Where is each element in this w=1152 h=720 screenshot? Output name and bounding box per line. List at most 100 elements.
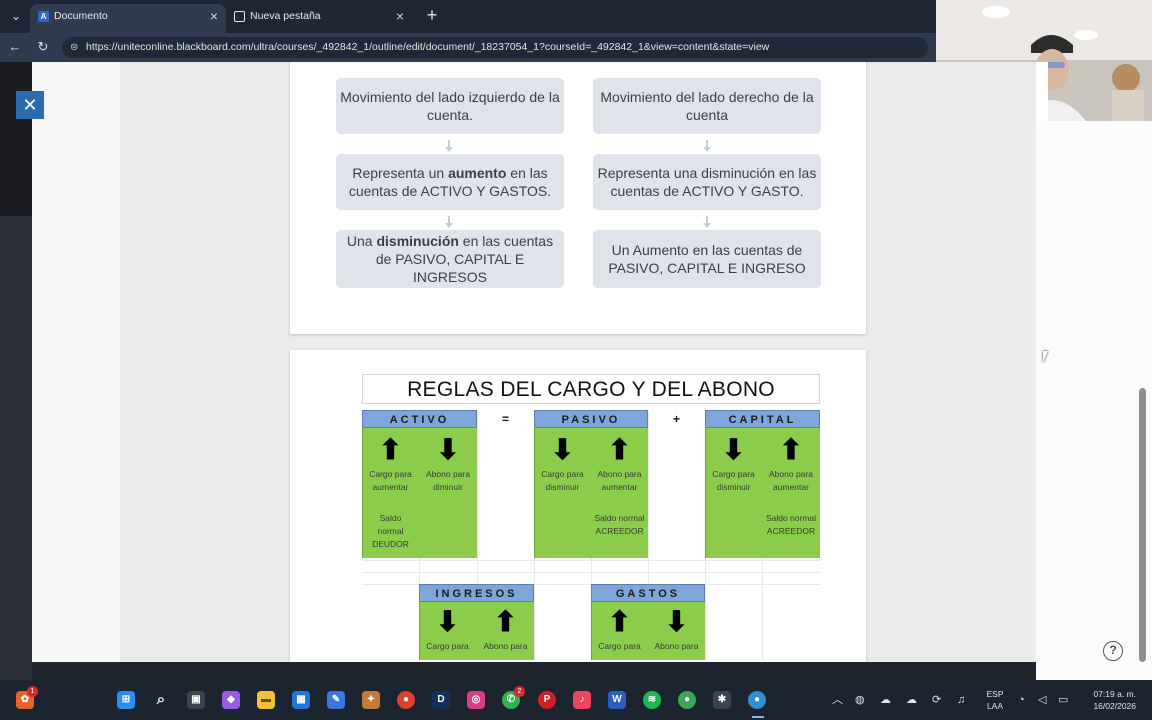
debit-credit-diagram-card: Movimiento del lado izquierdo de la cuen… bbox=[290, 62, 866, 334]
reload-icon[interactable]: ↻ bbox=[34, 38, 52, 56]
spotify-icon[interactable]: ≋ bbox=[643, 691, 661, 709]
plus-sign: + bbox=[672, 412, 680, 426]
active-app-indicator bbox=[752, 716, 764, 718]
header-pasivo: PASIVO bbox=[534, 410, 648, 428]
address-bar-row: ← ↻ ⊜ https://uniteconline.blackboard.co… bbox=[0, 33, 936, 62]
close-document-button[interactable]: ✕ bbox=[16, 91, 44, 119]
back-arrow-icon[interactable]: ← bbox=[6, 38, 24, 56]
diagram-node-left-1: Movimiento del lado izquierdo de la cuen… bbox=[336, 78, 564, 134]
file-explorer-icon[interactable]: ▬ bbox=[257, 691, 275, 709]
equals-sign: = bbox=[501, 412, 509, 426]
tools2-icon[interactable]: ✱ bbox=[713, 691, 731, 709]
sync-icon[interactable]: ⟳ bbox=[932, 692, 941, 708]
rules-title: REGLAS DEL CARGO Y DEL ABONO bbox=[362, 374, 820, 404]
chrome-profile-icon[interactable]: ● bbox=[678, 691, 696, 709]
up-arrow-icon: ⬆ bbox=[493, 606, 518, 637]
mouse-cursor-icon bbox=[1043, 351, 1048, 363]
down-arrow-icon: ⬇ bbox=[435, 606, 460, 637]
rule-label: Abono para bbox=[483, 641, 528, 651]
up-arrow-icon: ⬆ bbox=[779, 434, 803, 465]
header-capital: CAPITAL bbox=[705, 410, 820, 428]
blackboard-document-page: Movimiento del lado izquierdo de la cuen… bbox=[32, 62, 1036, 662]
down-arrow-icon: ⬇ bbox=[721, 434, 746, 465]
down-arrow-icon: ⬇ bbox=[550, 434, 575, 465]
tab-title: Documento bbox=[54, 10, 108, 22]
rules-table: ACTIVO = PASIVO + CAPITAL ⬆ Cargo para a… bbox=[362, 410, 820, 660]
system-clock[interactable]: 07:19 a. m. 16/02/2026 bbox=[1088, 688, 1136, 712]
tab-list-chevron-icon[interactable]: ⌄ bbox=[6, 6, 26, 26]
rule-label: Cargo para aumentar bbox=[369, 469, 412, 492]
cloud-icon[interactable]: ☁ bbox=[906, 692, 917, 708]
wifi-icon[interactable]: ◔ bbox=[1018, 692, 1025, 708]
down-arrow-icon: ⬇ bbox=[664, 606, 689, 637]
rule-label: Abono para diminuir bbox=[426, 469, 470, 492]
tab-documento[interactable]: A Documento × bbox=[30, 4, 226, 33]
onedrive-icon[interactable]: ☁ bbox=[880, 692, 891, 708]
new-tab-plus-icon[interactable]: + bbox=[422, 4, 442, 28]
clock-time: 07:19 a. m. bbox=[1093, 689, 1136, 699]
rule-label: Cargo para bbox=[598, 641, 641, 651]
rules-image-card: REGLAS DEL CARGO Y DEL ABONO ACTIVO = PA… bbox=[290, 350, 866, 662]
help-icon[interactable]: ? bbox=[1103, 641, 1123, 661]
site-info-icon[interactable]: ⊜ bbox=[70, 37, 78, 58]
newtab-favicon-icon bbox=[234, 11, 245, 22]
diagram-node-right-1: Movimiento del lado derecho de la cuenta bbox=[593, 78, 821, 134]
search-icon[interactable]: ⌕ bbox=[152, 691, 170, 709]
close-tab-icon[interactable]: × bbox=[210, 4, 218, 29]
rule-label: Abono para aumentar bbox=[597, 469, 642, 492]
tray-app-icon[interactable]: ◍ bbox=[855, 692, 865, 708]
editor-icon[interactable]: ✎ bbox=[327, 691, 345, 709]
tools-icon[interactable]: ✦ bbox=[362, 691, 380, 709]
windows-taskbar: ✿ 1 ⊞ ⌕ ▣ ◆ ▬ ▦ ✎ ✦ ● D ◎ ✆ 2 P ♪ W ≋ ● … bbox=[0, 680, 1152, 720]
rule-label: Cargo para disminuir bbox=[712, 469, 755, 492]
close-tab-icon[interactable]: × bbox=[396, 4, 404, 29]
diagram-node-left-3: Una disminución en las cuentas de PASIVO… bbox=[336, 230, 564, 288]
header-activo: ACTIVO bbox=[362, 410, 477, 428]
chrome-icon[interactable]: ● bbox=[397, 691, 415, 709]
clock-date: 16/02/2026 bbox=[1093, 701, 1136, 711]
instagram-icon[interactable]: ◎ bbox=[467, 691, 485, 709]
tray-expand-icon[interactable]: ︿ bbox=[832, 692, 843, 708]
down-arrow-icon: ⬇ bbox=[436, 434, 460, 465]
up-arrow-icon: ⬆ bbox=[607, 434, 632, 465]
rule-saldo: Saldo normal ACREEDOR bbox=[594, 513, 645, 536]
mic-icon[interactable]: ♫ bbox=[957, 692, 965, 708]
windows-start-icon[interactable]: ⊞ bbox=[117, 691, 135, 709]
background-window-strip bbox=[0, 62, 32, 680]
rule-label: Abono para aumentar bbox=[769, 469, 813, 492]
language-indicator[interactable]: ESP LAA bbox=[986, 688, 1004, 712]
tab-bar: ⌄ A Documento × Nueva pestaña × + bbox=[0, 0, 936, 33]
copilot-icon[interactable]: ◆ bbox=[222, 691, 240, 709]
tab-title: Nueva pestaña bbox=[250, 10, 321, 22]
task-view-icon[interactable]: ▣ bbox=[187, 691, 205, 709]
rule-label: Cargo para bbox=[426, 641, 469, 651]
diagram-node-left-2: Representa un aumento en las cuentas de … bbox=[336, 154, 564, 210]
header-gastos: GASTOS bbox=[591, 584, 705, 602]
store-icon[interactable]: ▦ bbox=[292, 691, 310, 709]
rule-label: Cargo para disminuir bbox=[541, 469, 584, 492]
word-icon[interactable]: W bbox=[608, 691, 626, 709]
rule-saldo: Saldo normal DEUDOR bbox=[372, 513, 409, 549]
chrome-active-icon[interactable]: ● bbox=[748, 691, 766, 709]
header-ingresos: INGRESOS bbox=[419, 584, 534, 602]
up-arrow-icon: ⬆ bbox=[607, 606, 632, 637]
page-scrollbar-thumb[interactable] bbox=[1139, 388, 1146, 662]
volume-icon[interactable]: ◁ bbox=[1038, 692, 1046, 708]
diagram-node-right-3: Un Aumento en las cuentas de PASIVO, CAP… bbox=[593, 230, 821, 288]
url-text: https://uniteconline.blackboard.com/ultr… bbox=[86, 41, 770, 53]
up-arrow-icon: ⬆ bbox=[378, 434, 403, 465]
battery-icon[interactable]: ▭ bbox=[1058, 692, 1068, 708]
tab-nueva-pestana[interactable]: Nueva pestaña × bbox=[226, 4, 412, 33]
right-panel bbox=[1036, 121, 1152, 680]
rule-saldo: Saldo normal ACREEDOR bbox=[765, 513, 817, 536]
disney-icon[interactable]: D bbox=[432, 691, 450, 709]
whatsapp-badge: 2 bbox=[514, 686, 525, 697]
notification-badge: 1 bbox=[27, 686, 38, 697]
url-field[interactable]: ⊜ https://uniteconline.blackboard.com/ul… bbox=[62, 37, 928, 58]
diagram-node-right-2: Representa una disminución en las cuenta… bbox=[593, 154, 821, 210]
document-content-area: Movimiento del lado izquierdo de la cuen… bbox=[120, 62, 1036, 662]
blackboard-favicon-icon: A bbox=[38, 11, 49, 22]
music-icon[interactable]: ♪ bbox=[573, 691, 591, 709]
pinterest-icon[interactable]: P bbox=[538, 691, 556, 709]
rule-label: Abono para bbox=[654, 641, 699, 651]
